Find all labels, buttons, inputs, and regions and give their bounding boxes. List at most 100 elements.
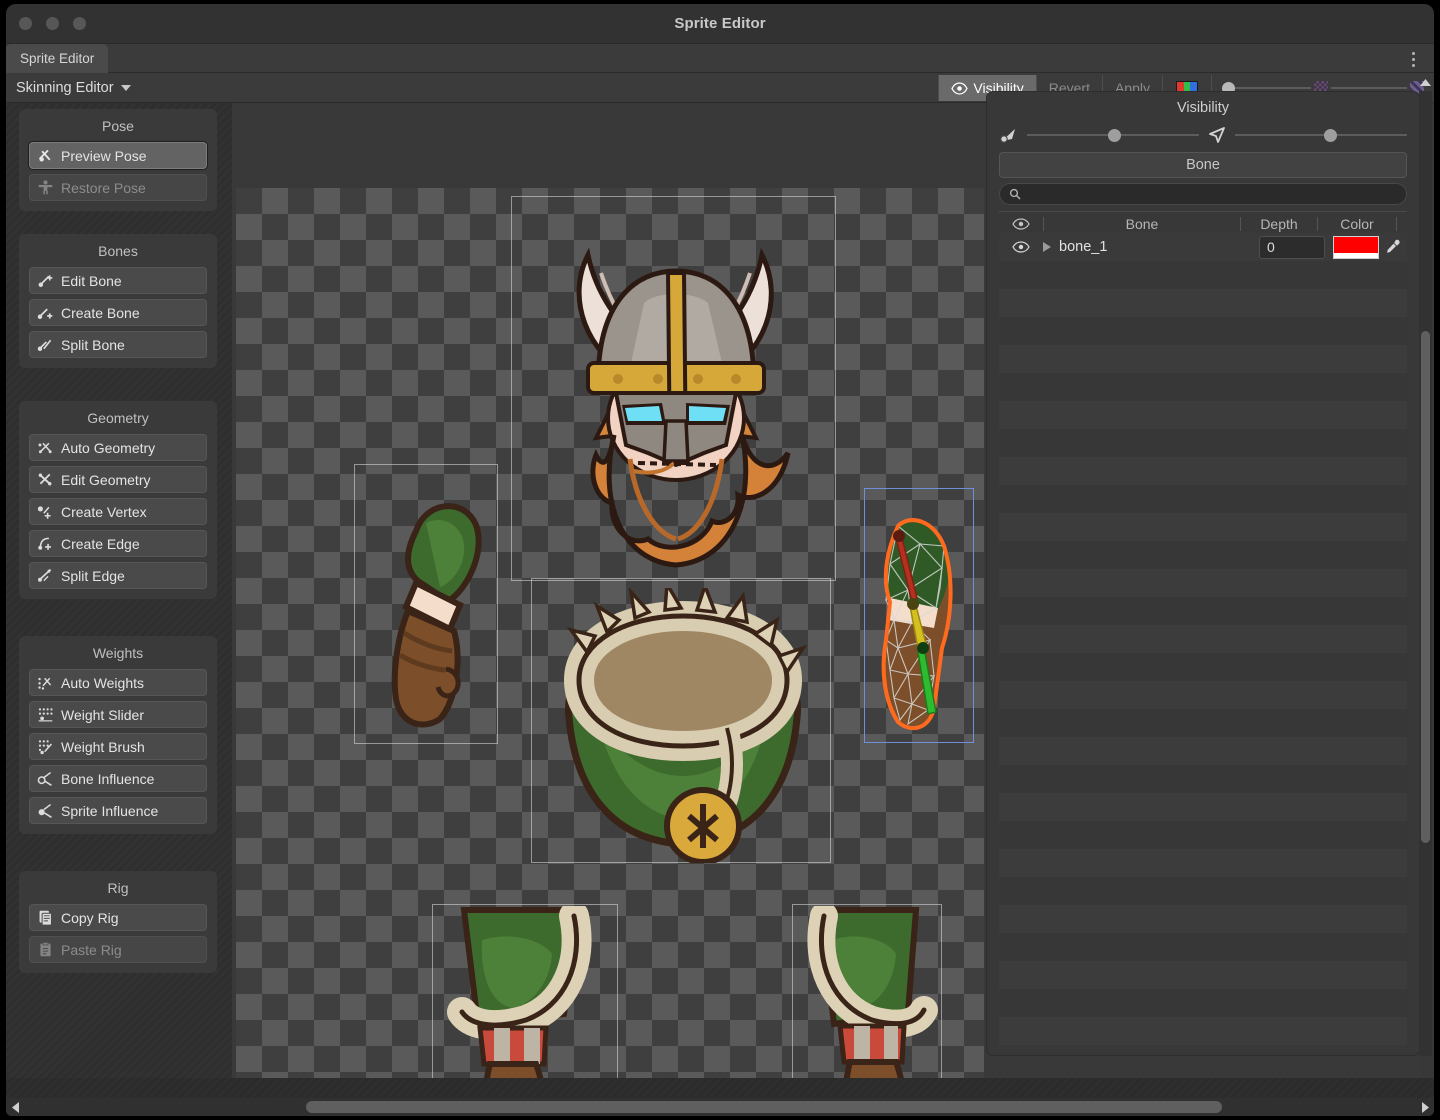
bone-opacity-icon xyxy=(999,126,1019,144)
tool-split-bone[interactable]: Split Bone xyxy=(29,331,207,358)
bone-opacity-slider[interactable] xyxy=(999,126,1199,144)
torso-sprite[interactable] xyxy=(541,588,826,863)
tool-restore-pose[interactable]: Restore Pose xyxy=(29,174,207,201)
limb-sprite-rigged[interactable] xyxy=(868,498,973,743)
list-item[interactable] xyxy=(999,625,1407,653)
list-item[interactable] xyxy=(999,653,1407,681)
list-item[interactable] xyxy=(999,261,1407,289)
tool-create-vertex[interactable]: Create Vertex xyxy=(29,498,207,525)
arm-sprite[interactable] xyxy=(364,483,494,733)
list-item[interactable] xyxy=(999,597,1407,625)
search-icon xyxy=(1009,188,1021,200)
mode-dropdown[interactable]: Skinning Editor xyxy=(8,75,141,101)
list-item[interactable] xyxy=(999,849,1407,877)
column-bone-label[interactable]: Bone xyxy=(1044,216,1240,232)
tool-auto-weights[interactable]: Auto Weights xyxy=(29,669,207,696)
horizontal-scroll-thumb[interactable] xyxy=(306,1101,1222,1113)
list-item[interactable] xyxy=(999,793,1407,821)
list-item[interactable] xyxy=(999,1017,1407,1045)
tool-edit-bone[interactable]: Edit Bone xyxy=(29,267,207,294)
kebab-menu-icon[interactable] xyxy=(1405,50,1421,68)
eye-icon xyxy=(1012,218,1030,230)
tool-bone-influence[interactable]: Bone Influence xyxy=(29,765,207,792)
column-color-label[interactable]: Color xyxy=(1318,216,1396,232)
sprite-influence-icon xyxy=(37,802,54,819)
head-sprite[interactable] xyxy=(526,203,826,578)
tool-create-edge[interactable]: Create Edge xyxy=(29,530,207,557)
column-visibility-icon[interactable] xyxy=(999,218,1043,230)
row-bone-name[interactable]: bone_1 xyxy=(1059,239,1259,255)
list-item[interactable] xyxy=(999,709,1407,737)
mesh-opacity-track[interactable] xyxy=(1235,134,1407,136)
tool-edit-geometry[interactable]: Edit Geometry xyxy=(29,466,207,493)
list-item[interactable] xyxy=(999,961,1407,989)
auto-geometry-icon xyxy=(37,439,54,456)
row-visibility-toggle[interactable] xyxy=(999,241,1043,253)
mesh-opacity-slider[interactable] xyxy=(1207,126,1407,144)
bone-search-box[interactable] xyxy=(999,183,1407,205)
pattern-slider-track[interactable] xyxy=(1331,87,1407,89)
eyedropper-icon[interactable] xyxy=(1379,239,1407,255)
split-edge-icon xyxy=(37,567,54,584)
bone-joint-1 xyxy=(893,530,905,542)
list-item[interactable] xyxy=(999,765,1407,793)
list-item[interactable] xyxy=(999,373,1407,401)
bone-search-input[interactable] xyxy=(1027,187,1397,201)
list-item[interactable] xyxy=(999,485,1407,513)
column-depth-label[interactable]: Depth xyxy=(1241,216,1317,232)
list-item[interactable] xyxy=(999,569,1407,597)
list-item[interactable] xyxy=(999,457,1407,485)
window-title: Sprite Editor xyxy=(6,15,1434,32)
list-item[interactable] xyxy=(999,513,1407,541)
chevron-right-icon[interactable] xyxy=(1043,242,1051,252)
row-color-swatch[interactable] xyxy=(1333,236,1379,259)
tool-preview-pose[interactable]: Preview Pose xyxy=(29,142,207,169)
tool-create-bone[interactable]: Create Bone xyxy=(29,299,207,326)
list-item[interactable] xyxy=(999,877,1407,905)
tool-weight-brush[interactable]: Weight Brush xyxy=(29,733,207,760)
list-item[interactable] xyxy=(999,289,1407,317)
scroll-left-arrow[interactable] xyxy=(8,1102,22,1113)
sprite-sheet-surface[interactable] xyxy=(236,188,984,1083)
mesh-opacity-knob[interactable] xyxy=(1324,129,1337,142)
bone-opacity-track[interactable] xyxy=(1027,134,1199,136)
tool-copy-rig[interactable]: Copy Rig xyxy=(29,904,207,931)
visibility-tab-bone[interactable]: Bone xyxy=(999,152,1407,178)
vertical-scrollbar[interactable] xyxy=(1419,91,1432,1056)
visibility-sliders xyxy=(987,122,1419,152)
edit-bone-icon xyxy=(37,272,54,289)
horizontal-scrollbar[interactable] xyxy=(6,1098,1434,1116)
vertical-scroll-thumb[interactable] xyxy=(1421,331,1430,843)
list-item[interactable] xyxy=(999,905,1407,933)
list-item[interactable] xyxy=(999,429,1407,457)
bone-opacity-knob[interactable] xyxy=(1108,129,1121,142)
auto-weights-icon xyxy=(37,674,54,691)
chevron-down-icon xyxy=(121,85,131,91)
list-item[interactable] xyxy=(999,317,1407,345)
scroll-right-arrow[interactable] xyxy=(1418,1102,1432,1113)
opacity-slider-track[interactable] xyxy=(1235,87,1311,89)
tool-weight-slider-label: Weight Slider xyxy=(61,707,144,723)
list-item[interactable] xyxy=(999,541,1407,569)
tool-paste-rig-label: Paste Rig xyxy=(61,942,122,958)
create-vertex-icon xyxy=(37,503,54,520)
tool-weight-slider[interactable]: Weight Slider xyxy=(29,701,207,728)
tool-edit-bone-label: Edit Bone xyxy=(61,273,122,289)
create-bone-icon xyxy=(37,304,54,321)
list-item[interactable] xyxy=(999,989,1407,1017)
table-row[interactable]: bone_1 0 xyxy=(999,233,1407,261)
bone-joint-2 xyxy=(907,598,919,610)
list-item[interactable] xyxy=(999,821,1407,849)
list-item[interactable] xyxy=(999,345,1407,373)
list-item[interactable] xyxy=(999,401,1407,429)
row-depth-field[interactable]: 0 xyxy=(1259,236,1325,259)
tool-paste-rig[interactable]: Paste Rig xyxy=(29,936,207,963)
tool-sprite-influence[interactable]: Sprite Influence xyxy=(29,797,207,824)
scroll-up-arrow[interactable] xyxy=(1419,76,1432,88)
list-item[interactable] xyxy=(999,737,1407,765)
list-item[interactable] xyxy=(999,933,1407,961)
tool-auto-geometry[interactable]: Auto Geometry xyxy=(29,434,207,461)
tool-split-edge[interactable]: Split Edge xyxy=(29,562,207,589)
tab-sprite-editor[interactable]: Sprite Editor xyxy=(6,44,108,73)
list-item[interactable] xyxy=(999,681,1407,709)
